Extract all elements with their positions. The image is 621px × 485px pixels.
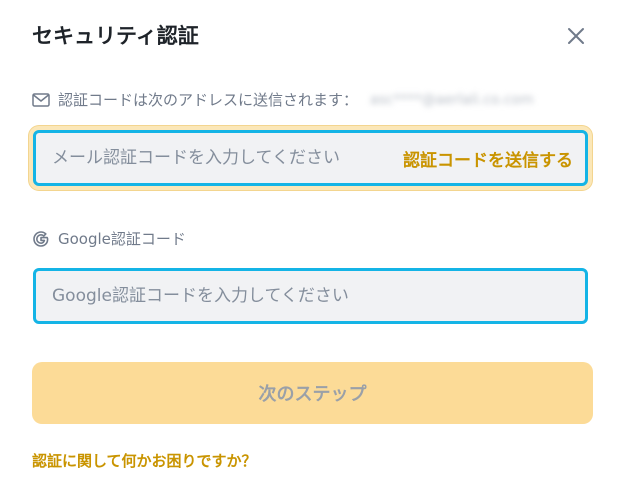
google-code-input[interactable] [36, 271, 585, 321]
google-code-label-row: Google認証コード [32, 228, 186, 250]
email-code-label: 認証コードは次のアドレスに送信されます： [58, 91, 359, 109]
close-button[interactable] [564, 24, 588, 48]
next-step-button[interactable]: 次のステップ [32, 362, 593, 424]
google-code-field[interactable] [33, 268, 588, 324]
google-code-label: Google認証コード [58, 230, 186, 248]
verification-help-link[interactable]: 認証に関して何かお困りですか？ [32, 450, 257, 472]
security-verification-dialog: セキュリティ認証 認証コードは次のアドレスに送信されます： asc****@ae… [0, 0, 621, 485]
google-icon [32, 230, 50, 248]
email-code-field[interactable]: 認証コードを送信する [33, 130, 588, 186]
email-code-label-row: 認証コードは次のアドレスに送信されます： asc****@aerlali.co.… [32, 89, 534, 111]
send-code-button[interactable]: 認証コードを送信する [403, 146, 585, 171]
email-code-input[interactable] [36, 133, 403, 183]
masked-email-address: asc****@aerlali.co.com [370, 92, 534, 108]
dialog-title: セキュリティ認証 [32, 24, 199, 48]
mail-icon [32, 91, 50, 109]
close-icon[interactable] [564, 24, 588, 48]
